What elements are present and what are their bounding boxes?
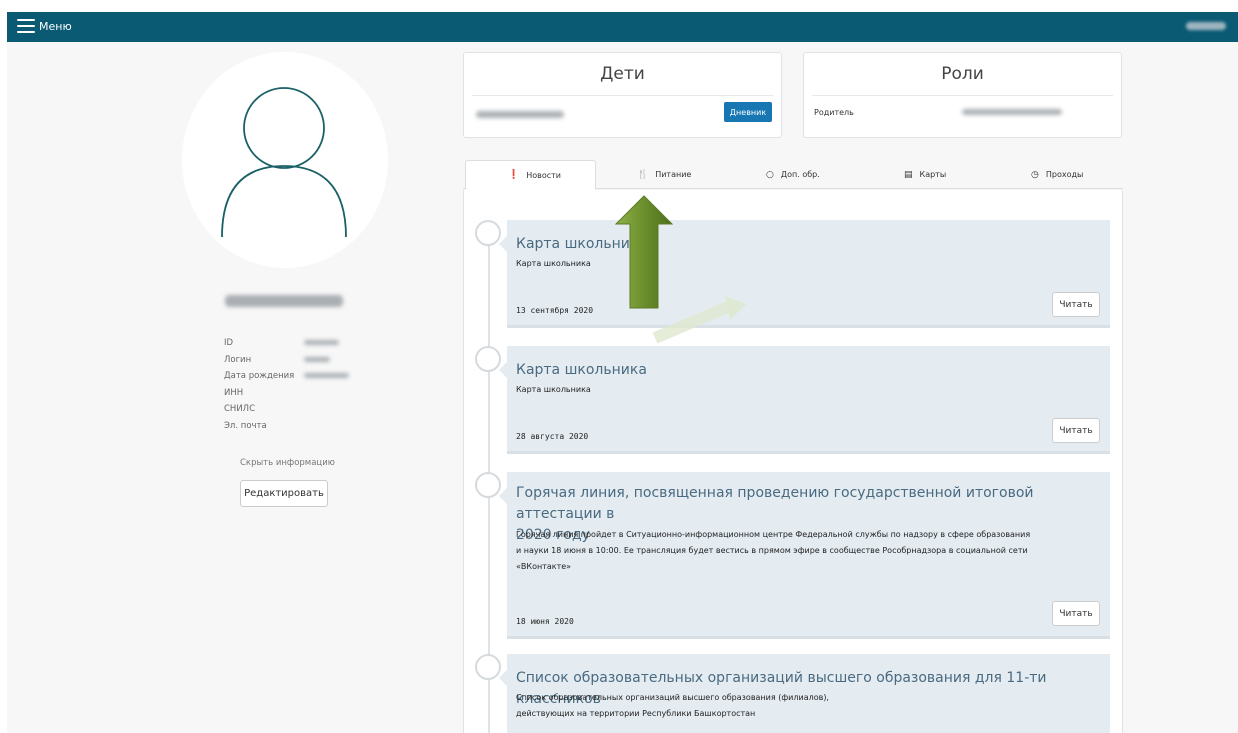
news-item: Список образовательных организаций высше…: [499, 654, 1110, 733]
tab-label: Питание: [655, 170, 692, 179]
profile-field-inn: ИНН: [224, 385, 294, 402]
divider: [472, 95, 773, 96]
read-button[interactable]: Читать: [1052, 601, 1100, 626]
tab-label: Доп. обр.: [780, 170, 820, 179]
avatar: [182, 52, 388, 268]
news-date: 13 сентября 2020: [516, 306, 594, 315]
news-item: Карта школьника Карта школьника 13 сентя…: [499, 220, 1110, 328]
news-body-line: и науки 18 июня в 10:00. Ее трансляция б…: [516, 546, 1028, 555]
field-label: Логин: [224, 354, 252, 365]
news-title-line: Горячая линия, посвященная проведению го…: [516, 485, 1034, 522]
credit-card-icon: ▤: [904, 169, 913, 180]
news-body-line: Горячая линия пройдет в Ситуационно-инфо…: [516, 530, 1031, 539]
tab-label: Карты: [919, 170, 947, 179]
profile-field-email: Эл. почта: [224, 418, 294, 435]
field-label: Эл. почта: [224, 420, 267, 431]
tab-passes[interactable]: ◷ Проходы: [1031, 160, 1083, 189]
news-body: Карта школьника: [516, 385, 591, 394]
field-value-blurred: [304, 373, 349, 378]
children-card-title: Дети: [600, 64, 645, 84]
profile-field-id: ID: [224, 335, 339, 352]
page-content: ID Логин Дата рождения ИНН СНИЛС Эл. поч…: [7, 42, 1238, 733]
news-item: Горячая линия, посвященная проведению го…: [499, 472, 1110, 639]
tab-label: Проходы: [1045, 170, 1084, 179]
info-circle-icon: ❗: [508, 170, 520, 180]
edit-button[interactable]: Редактировать: [240, 480, 328, 507]
field-label: ИНН: [224, 387, 244, 398]
up-arrow-icon: [614, 195, 674, 309]
roles-card: Роли Родитель: [803, 52, 1122, 138]
profile-info-list: ID Логин Дата рождения ИНН СНИЛС Эл. поч…: [224, 335, 349, 435]
field-label: СНИЛС: [224, 404, 256, 414]
role-label: Родитель: [814, 108, 854, 117]
hamburger-icon: [17, 19, 35, 33]
roles-card-title: Роли: [941, 64, 984, 84]
timeline-dot: [475, 654, 501, 680]
divider: [812, 95, 1113, 96]
tab-food[interactable]: 🍴 Питание: [637, 160, 691, 189]
hide-info-link[interactable]: Скрыть информацию: [240, 458, 335, 468]
user-silhouette-icon: [221, 87, 347, 238]
read-button[interactable]: Читать: [1052, 418, 1100, 443]
news-body-line: действующих на территории Республики Баш…: [516, 709, 756, 718]
user-name-blurred[interactable]: [1186, 22, 1226, 30]
timeline-dot: [475, 220, 501, 246]
news-date: 28 августа 2020: [516, 432, 589, 441]
role-name-blurred: [962, 109, 1062, 115]
news-item: Карта школьника Карта школьника 28 авгус…: [499, 346, 1110, 454]
read-button[interactable]: Читать: [1052, 292, 1100, 317]
timeline-dot: [475, 472, 501, 498]
news-body-line: Список образовательных организаций высше…: [516, 693, 829, 702]
tab-cards[interactable]: ▤ Карты: [904, 160, 946, 189]
diary-button[interactable]: Дневник: [724, 102, 772, 122]
profile-field-login: Логин: [224, 352, 330, 369]
profile-field-birthdate: Дата рождения: [224, 368, 349, 385]
field-value-blurred: [304, 356, 330, 362]
news-date: 18 июня 2020: [516, 617, 574, 626]
circle-icon: ○: [766, 169, 774, 180]
top-navbar: Меню: [7, 12, 1238, 42]
menu-label: Меню: [39, 19, 72, 33]
fork-knife-icon: 🍴: [637, 169, 649, 180]
children-card: Дети Дневник: [463, 52, 782, 138]
field-label: Дата рождения: [224, 371, 295, 381]
profile-field-snils: СНИЛС: [224, 401, 294, 418]
field-label: ID: [224, 338, 234, 348]
menu-button[interactable]: Меню: [17, 19, 72, 33]
tab-extra-education[interactable]: ○ Доп. обр.: [766, 160, 820, 189]
tab-bar: ❗ Новости 🍴 Питание ○ Доп. обр. ▤ Карты ◷ Про…: [463, 160, 1123, 190]
news-body-line: «ВКонтакте»: [516, 562, 572, 571]
field-value-blurred: [304, 340, 339, 345]
news-body: Карта школьника: [516, 259, 591, 268]
tab-label: Новости: [526, 170, 561, 180]
profile-name-blurred: [225, 295, 343, 307]
timeline-dot: [475, 346, 501, 372]
clock-icon: ◷: [1031, 169, 1039, 180]
child-name-blurred: [476, 111, 564, 118]
tab-news[interactable]: ❗ Новости: [465, 160, 596, 190]
news-body: Горячая линия пройдет в Ситуационно-инфо…: [516, 527, 1030, 575]
news-body: Список образовательных организаций высше…: [516, 690, 829, 722]
news-title[interactable]: Карта школьника: [516, 360, 647, 381]
